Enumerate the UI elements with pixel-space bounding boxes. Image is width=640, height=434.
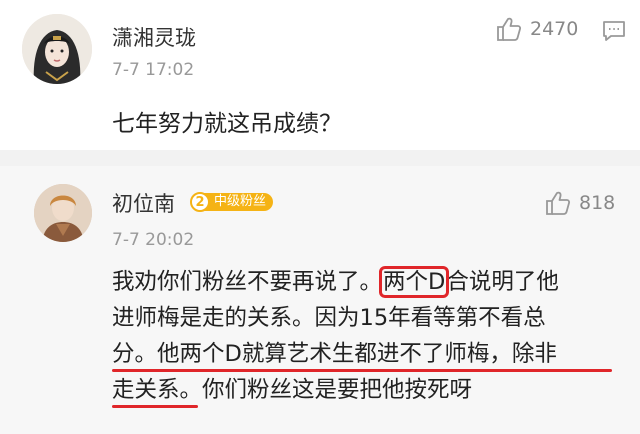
avatar-photo-icon — [34, 184, 92, 242]
badge-level: 2 — [190, 192, 210, 212]
reply-button[interactable] — [602, 20, 626, 46]
fan-level-badge[interactable]: 2 中级粉丝 — [190, 191, 274, 213]
username[interactable]: 潇湘灵珑 — [112, 22, 196, 52]
underlined-text: 他两个D就算艺术生都进不了师梅，除非 — [157, 341, 557, 367]
comment-line: 进师梅是走的关系。因为15年看等第不看总 — [112, 300, 559, 336]
comment-item: 初位南 2 中级粉丝 7-7 20:02 818 我劝你们粉丝不要再说了。两个D… — [0, 166, 640, 434]
text-segment: 合说明了他 — [446, 269, 559, 295]
comment-divider — [0, 150, 640, 166]
avatar-illustration-icon — [22, 14, 92, 84]
comment-line: 走关系。你们粉丝这是要把他按死呀 — [112, 372, 559, 408]
like-button[interactable]: 818 — [545, 190, 615, 216]
timestamp: 7-7 17:02 — [112, 60, 195, 80]
avatar[interactable] — [34, 184, 92, 242]
comment-item: 潇湘灵珑 7-7 17:02 2470 七年努力就这吊成绩？ — [0, 0, 640, 150]
text-segment: 分。 — [112, 341, 158, 367]
like-count: 818 — [579, 192, 616, 214]
avatar[interactable] — [22, 14, 92, 84]
text-segment: 我劝你们粉丝不要再说了。 — [112, 269, 383, 295]
comment-text: 我劝你们粉丝不要再说了。两个D合说明了他 进师梅是走的关系。因为15年看等第不看… — [112, 264, 612, 408]
thumbs-up-icon — [546, 191, 571, 215]
text-segment: 。你们粉丝这是要把他按死呀 — [179, 377, 473, 403]
underlined-text: 走关系 — [112, 377, 180, 403]
red-underline — [112, 405, 198, 408]
thumbs-up-icon — [497, 17, 522, 41]
comment-line: 我劝你们粉丝不要再说了。两个D合说明了他 — [112, 264, 559, 300]
like-button[interactable]: 2470 — [496, 16, 578, 42]
like-count: 2470 — [530, 18, 579, 40]
highlight-box: 两个D — [379, 266, 450, 298]
text-segment: 进师梅是走的关系。因为15年看等第不看总 — [112, 305, 546, 331]
comment-line: 分。他两个D就算艺术生都进不了师梅，除非 — [112, 336, 612, 372]
comment-bubble-icon — [603, 21, 625, 41]
comment-text: 七年努力就这吊成绩？ — [112, 111, 342, 137]
badge-label: 中级粉丝 — [204, 193, 274, 211]
timestamp: 7-7 20:02 — [112, 230, 195, 250]
username[interactable]: 初位南 — [112, 188, 175, 218]
